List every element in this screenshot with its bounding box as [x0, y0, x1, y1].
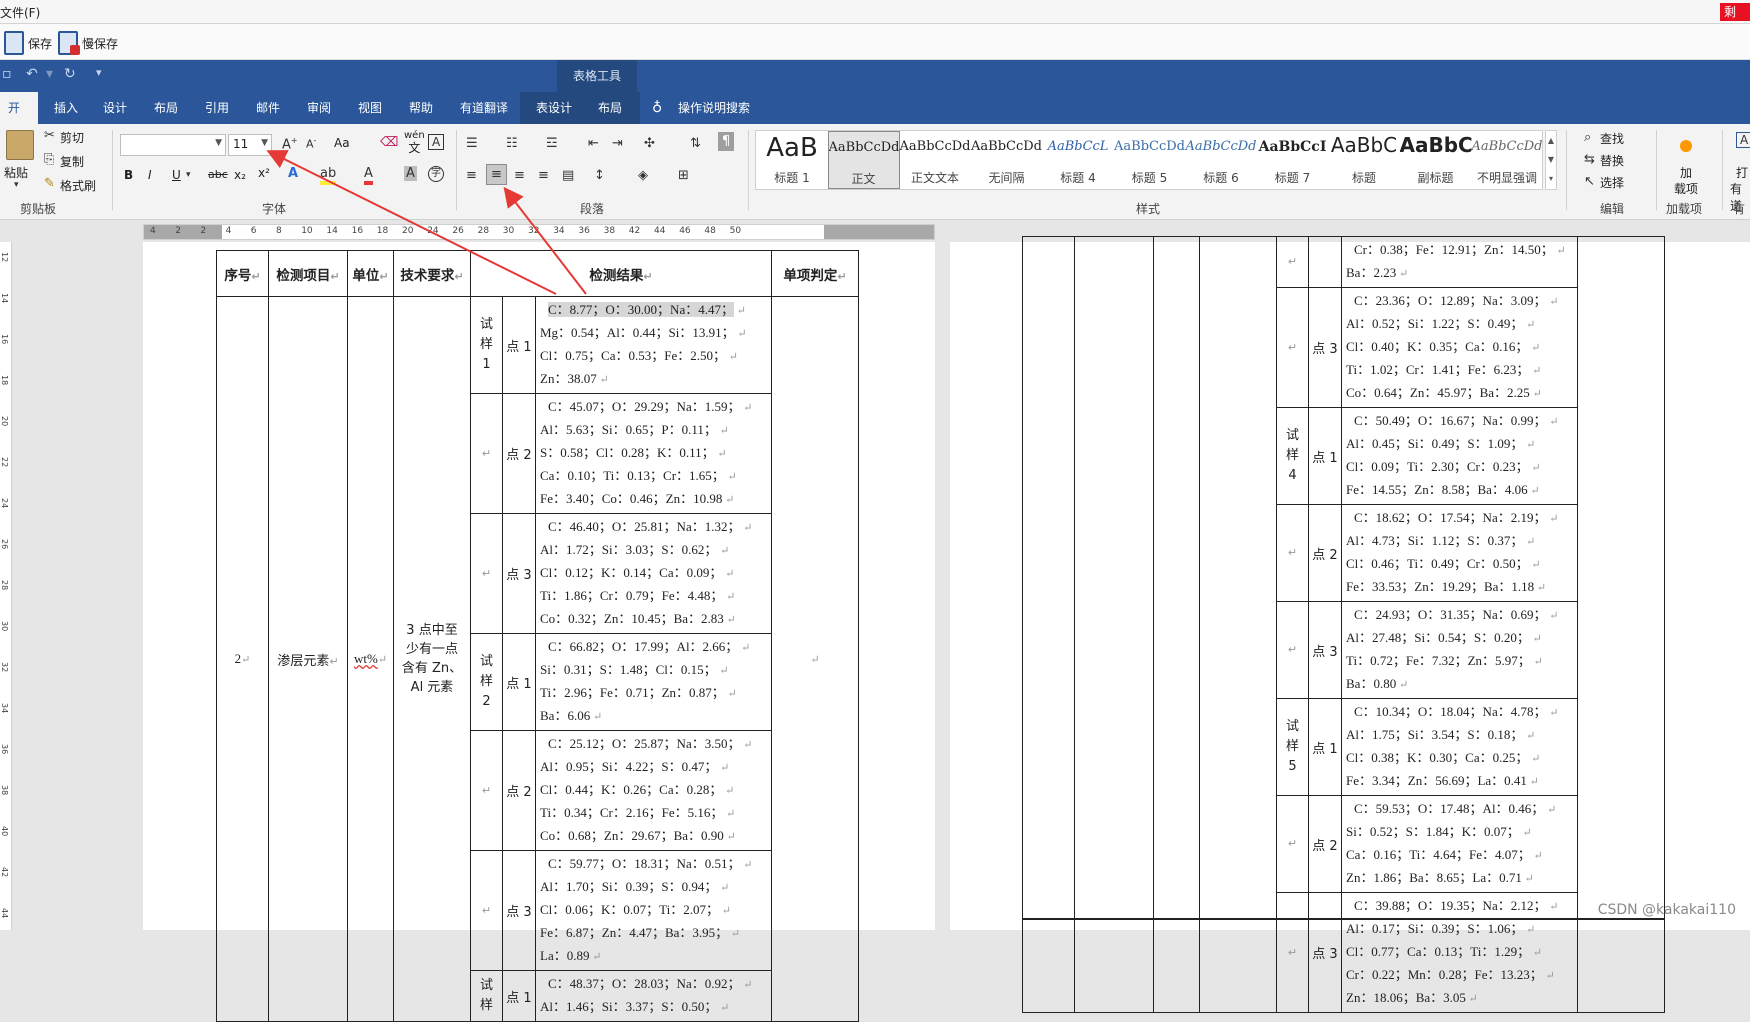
- result-line: Cr：0.22；Mn：0.28；Fe：13.23； ↵: [1346, 967, 1555, 982]
- annotation-arrows: [266, 150, 587, 295]
- result-line: Cl：0.77；Ca：0.13；Ti：1.29； ↵: [1346, 944, 1543, 959]
- result-line: La：0.89 ↵: [540, 948, 602, 963]
- result-line: Al：1.46；Si：3.37；S：0.50； ↵: [540, 999, 730, 1014]
- point-cell: 点 1: [502, 970, 536, 1022]
- arrow-to-align-center: [503, 186, 587, 295]
- watermark: CSDN @kakakai110: [1597, 902, 1736, 918]
- arrow-to-font-size: [266, 150, 557, 295]
- result-line: C：48.37；O：28.03；Na：0.92； ↵: [548, 976, 753, 991]
- result-line: Zn：18.06；Ba：3.05 ↵: [1346, 990, 1478, 1005]
- result-cell[interactable]: C：48.37；O：28.03；Na：0.92； ↵ Al：1.46；Si：3.3…: [535, 970, 772, 1022]
- sample-cell: 试样: [470, 970, 503, 1022]
